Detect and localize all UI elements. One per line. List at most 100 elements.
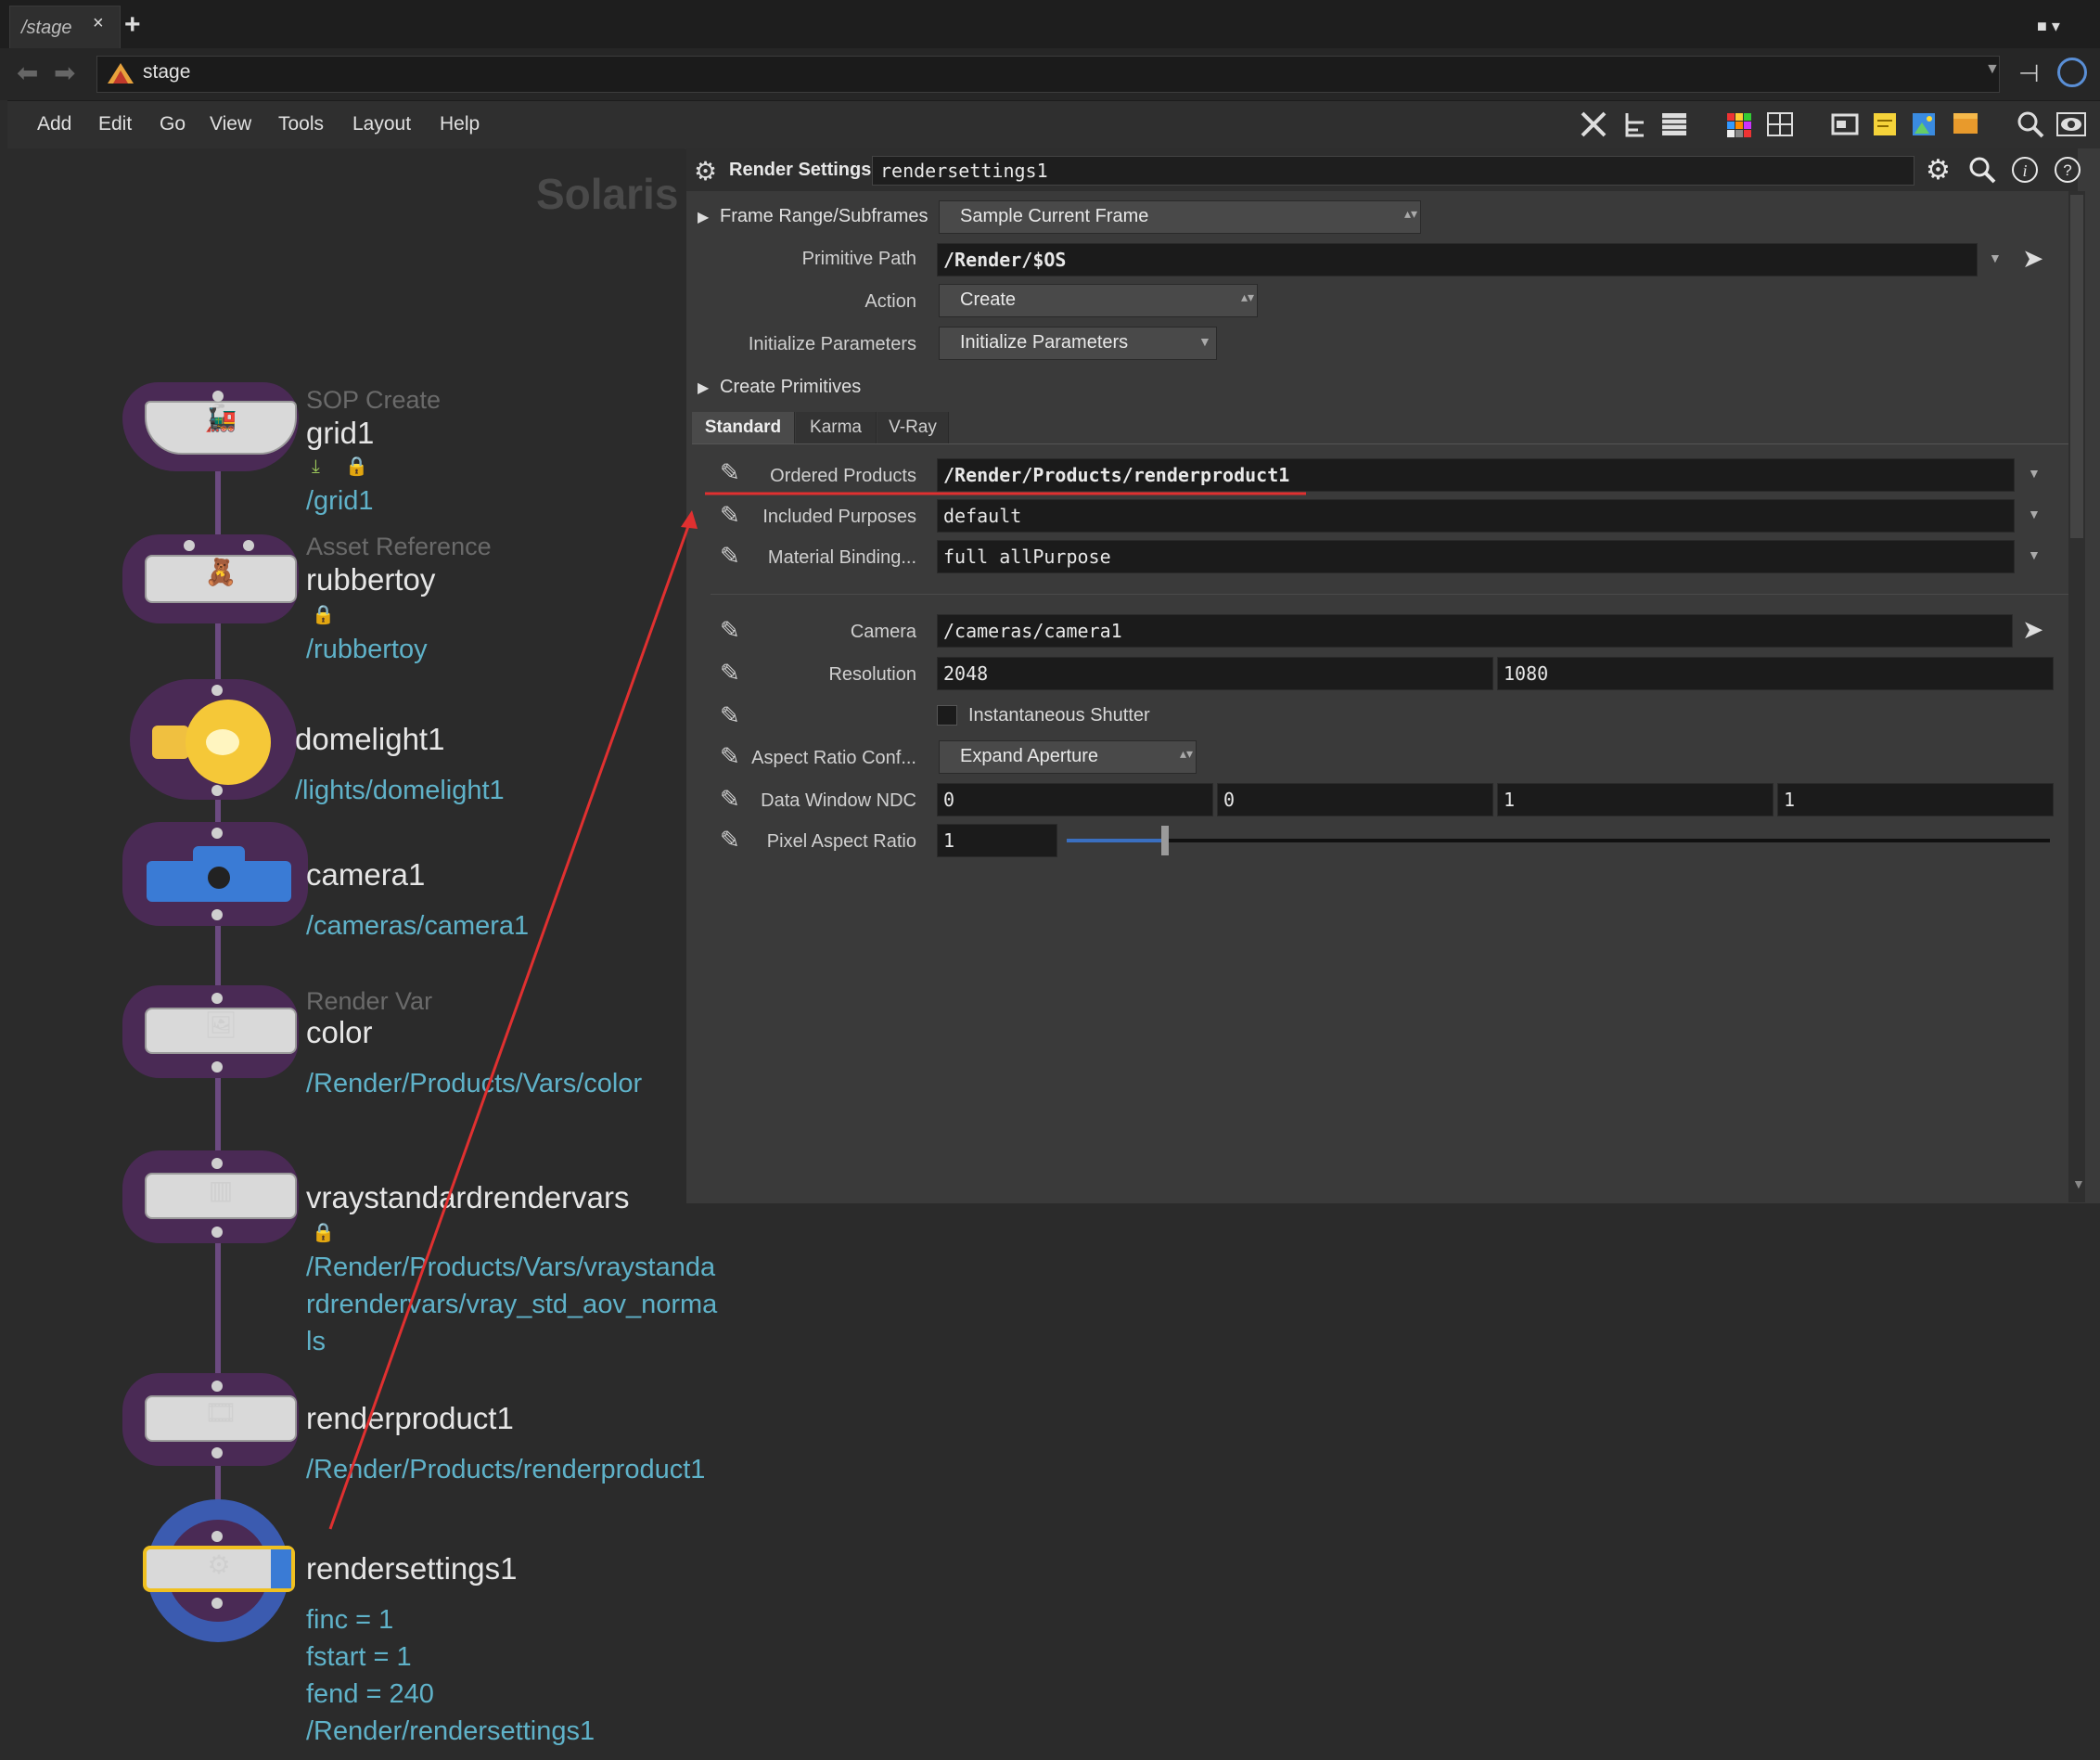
tab-vray[interactable]: V-Ray <box>877 412 949 443</box>
pixel-aspect-ratio-slider-track[interactable] <box>1067 839 2050 842</box>
node-input-dot[interactable] <box>211 1531 223 1542</box>
tree-view-icon[interactable] <box>1620 109 1651 139</box>
frame-range-label[interactable]: Frame Range/Subframes <box>720 206 928 227</box>
node-input-dot[interactable] <box>211 1381 223 1392</box>
data-window-xmin-field[interactable]: 0 <box>937 783 1213 816</box>
help-icon[interactable]: ? <box>2054 156 2081 184</box>
expand-triangle-icon[interactable]: ▶ <box>698 208 709 226</box>
node-name[interactable]: vraystandardrendervars <box>306 1180 630 1215</box>
color-palette-icon[interactable] <box>1723 109 1755 139</box>
select-arrow-icon[interactable]: ➤ <box>2022 614 2043 645</box>
select-arrow-icon[interactable]: ➤ <box>2022 243 2043 274</box>
node-rubbertoy[interactable]: 🧸 <box>145 555 297 603</box>
instantaneous-shutter-label[interactable]: Instantaneous Shutter <box>968 705 1150 726</box>
lock-icon[interactable]: 🔒 <box>345 455 368 478</box>
node-output-dot[interactable] <box>211 1598 223 1609</box>
data-window-xmax-field[interactable]: 1 <box>1497 783 1773 816</box>
grid-layout-icon[interactable] <box>1764 109 1796 139</box>
node-color[interactable]: 🖼 <box>145 1008 297 1054</box>
edit-pencil-icon[interactable]: ✎ <box>720 701 740 730</box>
lock-icon[interactable]: 🔒 <box>312 603 335 626</box>
data-window-ymax-field[interactable]: 1 <box>1777 783 2054 816</box>
material-binding-field[interactable]: full allPurpose <box>937 540 2015 573</box>
dropdown-arrow-icon[interactable]: ▼ <box>2028 466 2041 481</box>
resolution-x-field[interactable]: 2048 <box>937 657 1493 690</box>
asset-box-icon[interactable] <box>1950 109 1981 139</box>
node-input-dot[interactable] <box>184 540 195 551</box>
node-name[interactable]: domelight1 <box>295 722 444 757</box>
search-icon[interactable] <box>2015 109 2046 139</box>
forward-arrow-icon[interactable]: ➡ <box>54 58 75 88</box>
node-name[interactable]: grid1 <box>306 416 374 451</box>
node-output-dot[interactable] <box>211 785 223 796</box>
display-flag-icon[interactable]: ⤓ <box>312 456 320 478</box>
tab-stage[interactable]: /stage <box>9 6 121 48</box>
add-tab-icon[interactable]: + <box>124 9 141 41</box>
expand-triangle-icon[interactable]: ▶ <box>698 379 709 397</box>
node-input-dot[interactable] <box>211 993 223 1004</box>
menu-layout[interactable]: Layout <box>352 113 411 135</box>
node-renderproduct1[interactable]: 🎞 <box>145 1395 297 1442</box>
pixel-aspect-ratio-field[interactable]: 1 <box>937 824 1057 857</box>
scroll-down-icon[interactable]: ▼ <box>2072 1176 2085 1191</box>
display-flag[interactable] <box>271 1549 291 1588</box>
node-output-dot[interactable] <box>211 1227 223 1238</box>
initialize-parameters-menu[interactable]: Initialize Parameters <box>939 327 1217 360</box>
path-dropdown-icon[interactable]: ▼ <box>1985 61 2000 78</box>
pin-icon[interactable]: ⊣ <box>2018 59 2040 88</box>
back-arrow-icon[interactable]: ⬅ <box>17 58 38 88</box>
lock-icon[interactable]: 🔒 <box>312 1221 335 1244</box>
link-group-icon[interactable] <box>2057 58 2087 87</box>
frame-range-menu[interactable]: Sample Current Frame <box>939 200 1421 234</box>
instantaneous-shutter-checkbox[interactable] <box>937 705 957 726</box>
sticky-note-icon[interactable] <box>1870 109 1902 139</box>
aspect-ratio-conformance-menu[interactable]: Expand Aperture <box>939 740 1197 774</box>
node-input-dot[interactable] <box>211 685 223 696</box>
search-icon[interactable] <box>1968 156 1996 184</box>
list-view-icon[interactable] <box>1658 109 1690 139</box>
menu-tools[interactable]: Tools <box>278 113 324 135</box>
menu-help[interactable]: Help <box>440 113 480 135</box>
menu-go[interactable]: Go <box>160 113 186 135</box>
tab-close-icon[interactable]: × <box>93 13 104 34</box>
eye-icon[interactable] <box>2055 109 2087 139</box>
node-grid1[interactable]: 🚂 <box>145 401 297 455</box>
dropdown-arrow-icon[interactable]: ▼ <box>2028 547 2041 562</box>
pane-menu-icon[interactable]: ■ ▾ <box>2037 17 2060 36</box>
ordered-products-field[interactable]: /Render/Products/renderproduct1 <box>937 458 2015 492</box>
network-box-icon[interactable] <box>1829 109 1861 139</box>
dropdown-arrow-icon[interactable]: ▼ <box>1989 251 2002 265</box>
camera-field[interactable]: /cameras/camera1 <box>937 614 2013 648</box>
dropdown-arrow-icon[interactable]: ▼ <box>2028 507 2041 521</box>
menu-edit[interactable]: Edit <box>98 113 132 135</box>
node-output-dot[interactable] <box>211 1447 223 1458</box>
node-name-field[interactable]: rendersettings1 <box>872 156 1914 186</box>
included-purposes-field[interactable]: default <box>937 499 2015 533</box>
node-input-dot[interactable] <box>243 540 254 551</box>
tools-icon[interactable] <box>1579 109 1610 139</box>
node-input-dot[interactable] <box>211 828 223 839</box>
node-name[interactable]: renderproduct1 <box>306 1401 514 1436</box>
node-output-dot[interactable] <box>211 909 223 920</box>
create-primitives-label[interactable]: Create Primitives <box>720 377 861 398</box>
primitive-path-field[interactable]: /Render/$OS <box>937 243 1978 276</box>
network-path-field[interactable] <box>96 56 2000 93</box>
node-camera1[interactable] <box>145 844 293 906</box>
scrollbar-thumb[interactable] <box>2070 195 2083 538</box>
info-icon[interactable]: i <box>2011 156 2039 184</box>
node-name[interactable]: color <box>306 1015 373 1050</box>
background-image-icon[interactable] <box>1909 109 1940 139</box>
tab-standard[interactable]: Standard <box>692 412 795 443</box>
node-rendersettings1[interactable]: ⚙ <box>143 1546 295 1592</box>
tab-karma[interactable]: Karma <box>796 412 877 443</box>
node-domelight1[interactable] <box>147 698 282 787</box>
action-menu[interactable]: Create <box>939 284 1258 317</box>
menu-view[interactable]: View <box>210 113 251 135</box>
node-input-dot[interactable] <box>212 391 224 402</box>
resolution-y-field[interactable]: 1080 <box>1497 657 2054 690</box>
node-name[interactable]: rendersettings1 <box>306 1551 517 1587</box>
node-output-dot[interactable] <box>211 1061 223 1073</box>
node-name[interactable]: camera1 <box>306 857 425 893</box>
data-window-ymin-field[interactable]: 0 <box>1217 783 1493 816</box>
node-name[interactable]: rubbertoy <box>306 562 435 597</box>
